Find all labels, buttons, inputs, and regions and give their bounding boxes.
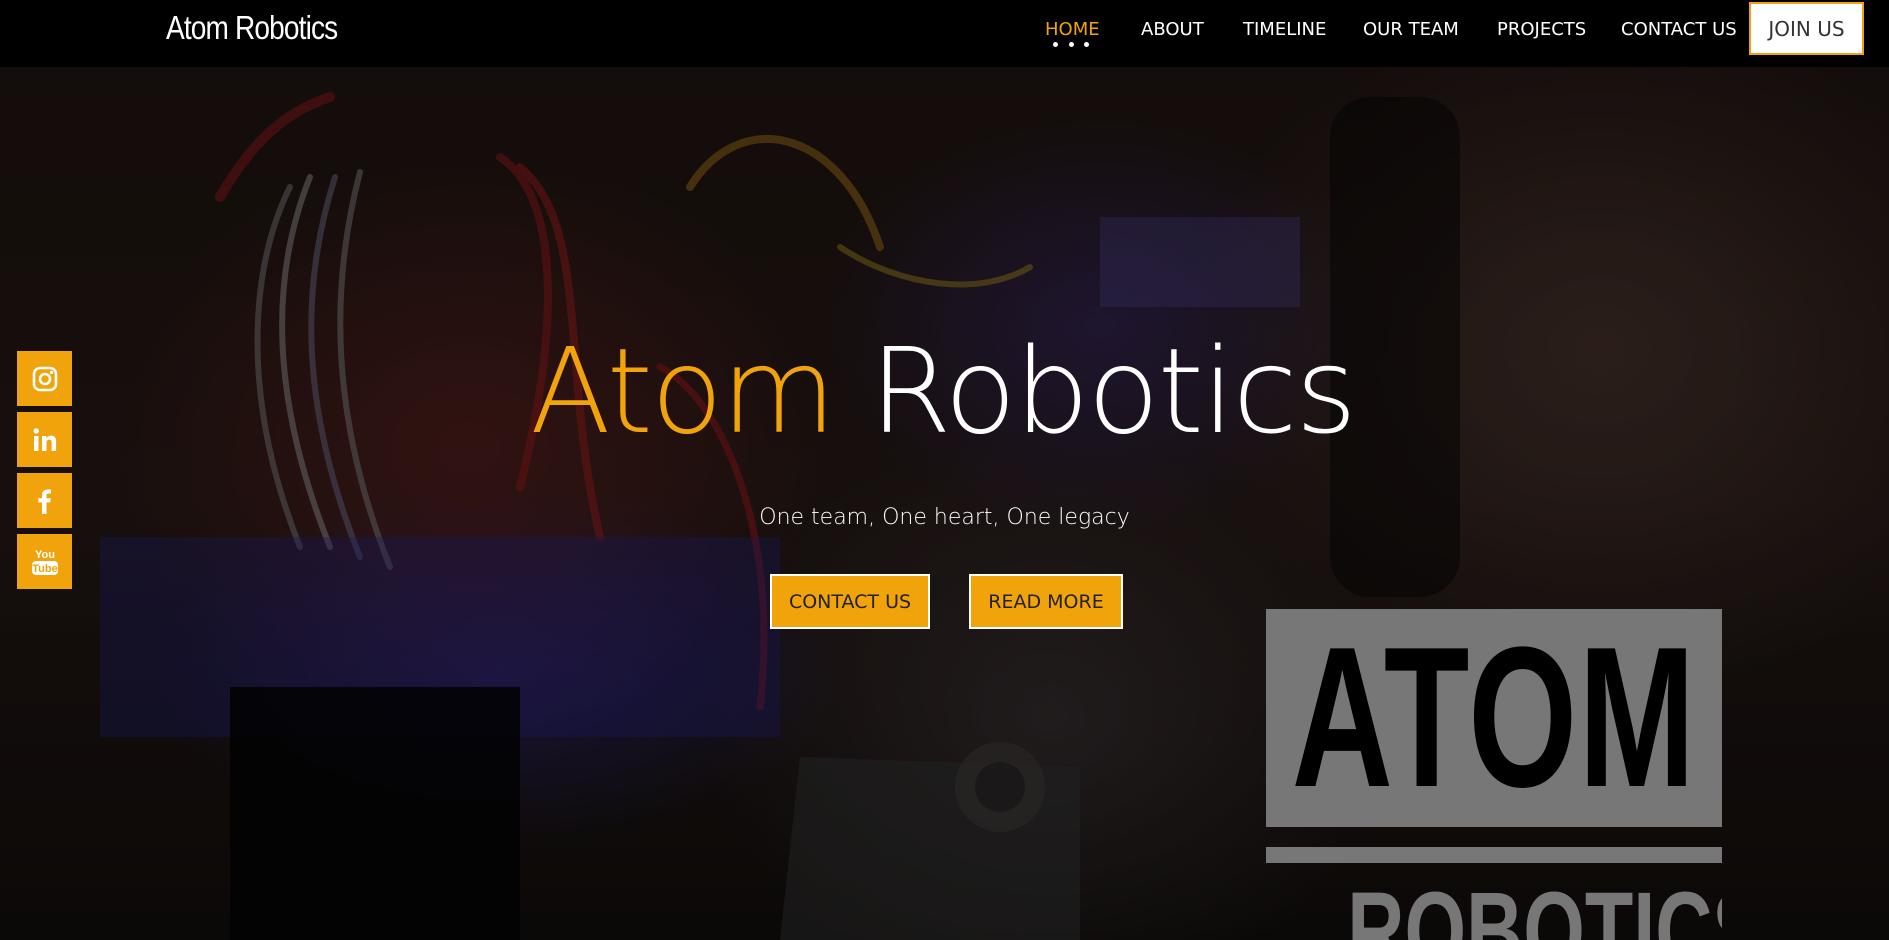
nav-item-home[interactable]: HOME [1045,19,1100,40]
hero-title-robotics: Robotics [869,322,1357,460]
logo-robotics-label: ROBOTICS [1347,870,1722,940]
nav-item-contact-us[interactable]: CONTACT US [1621,19,1737,40]
facebook-link[interactable] [17,473,72,528]
navbar: Atom Robotics HOME ABOUT TIMELINE OUR TE… [0,0,1889,67]
linkedin-link[interactable] [17,412,72,467]
nav-menu: HOME ABOUT TIMELINE OUR TEAM PROJECTS CO… [0,0,1889,67]
hero-tagline: One team, One heart, One legacy [759,505,1130,530]
social-sidebar: You Tube [17,351,72,595]
nav-item-projects[interactable]: PROJECTS [1497,19,1586,40]
active-indicator-dots [1053,42,1089,47]
logo-divider [1266,847,1722,863]
svg-text:Tube: Tube [32,563,57,575]
contact-us-button[interactable]: CONTACT US [770,574,930,629]
hero-section: Atom Robotics One team, One heart, One l… [0,67,1889,940]
join-us-button[interactable]: JOIN US [1749,2,1864,55]
logo-robotics-text: ROBOTICS [1266,877,1722,940]
facebook-icon [37,489,51,514]
instagram-icon [32,366,57,391]
linkedin-icon [33,427,56,451]
hero-title: Atom Robotics [0,332,1887,450]
nav-item-about[interactable]: ABOUT [1141,19,1204,40]
logo-atom-text: ATOM [1291,609,1697,829]
nav-item-our-team[interactable]: OUR TEAM [1363,19,1459,40]
nav-item-timeline[interactable]: TIMELINE [1243,19,1326,40]
atom-robotics-logo: ATOM ROBOTICS [1266,609,1722,940]
hero-title-atom: Atom [530,322,836,460]
logo-atom-box: ATOM [1266,609,1722,827]
svg-text:You: You [35,549,55,561]
read-more-button[interactable]: READ MORE [969,574,1123,629]
youtube-link[interactable]: You Tube [17,534,72,589]
instagram-link[interactable] [17,351,72,406]
youtube-icon: You Tube [31,549,58,575]
